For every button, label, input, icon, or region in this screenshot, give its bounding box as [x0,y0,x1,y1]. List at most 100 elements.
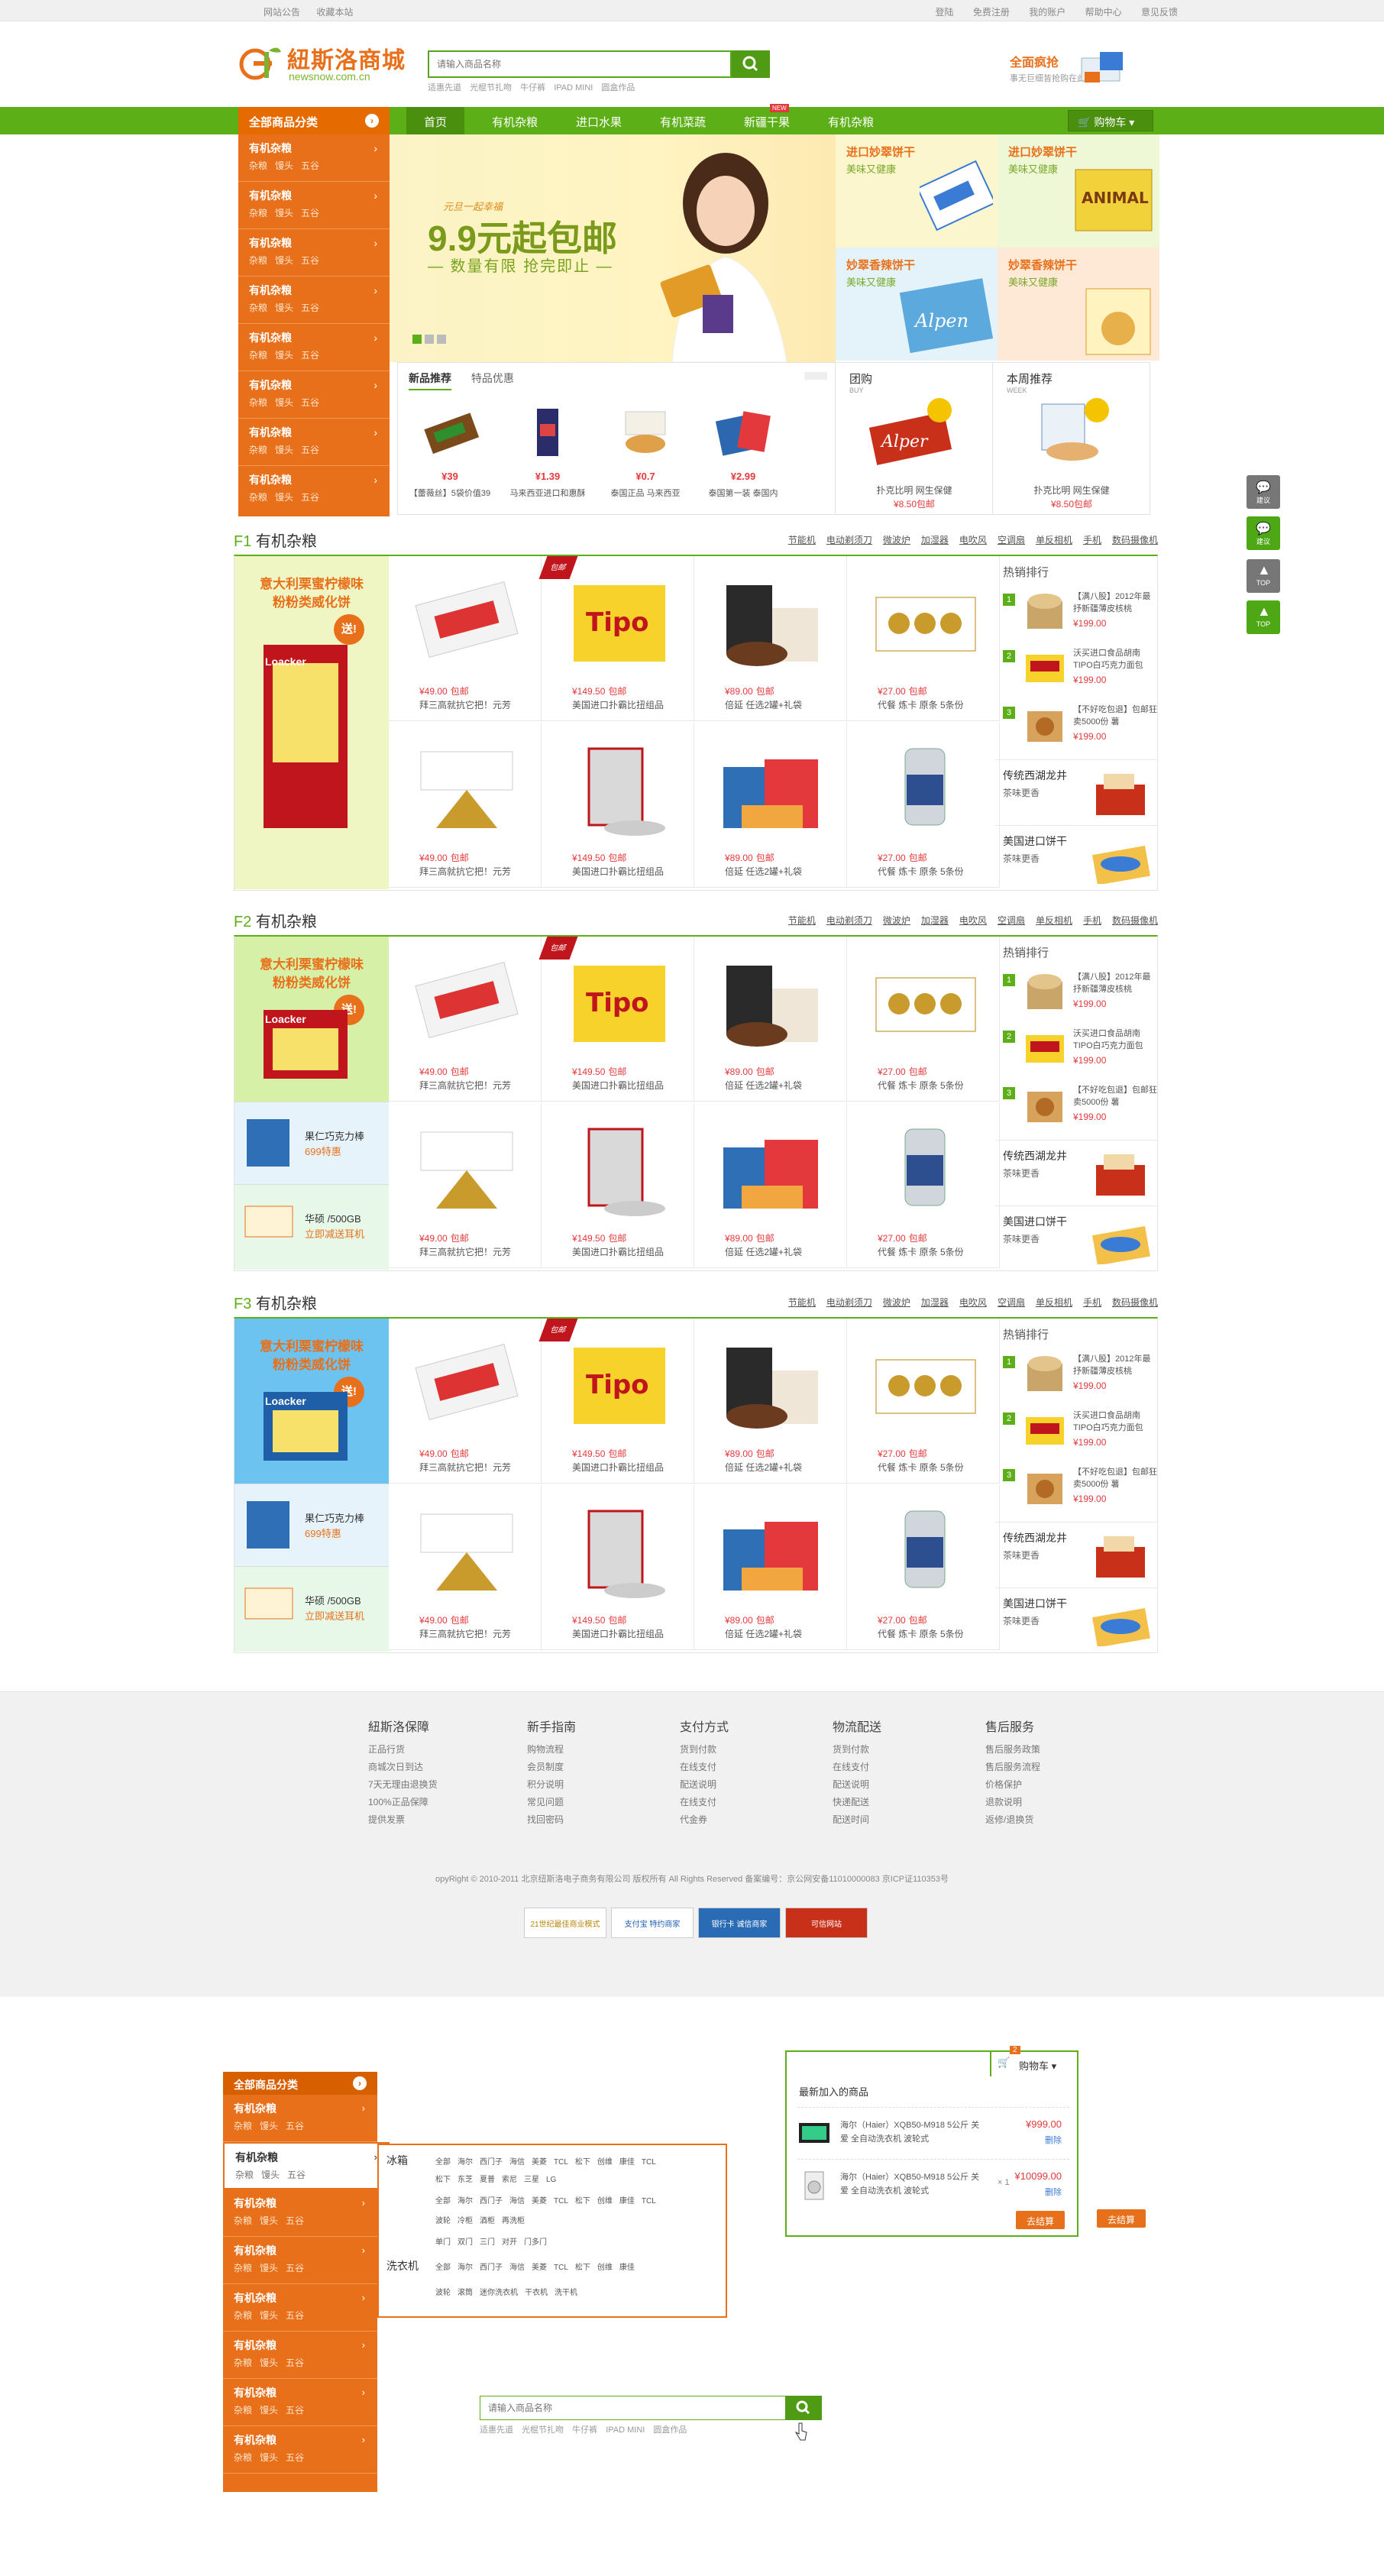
register-link[interactable]: 免费注册 [973,7,1010,18]
floor-product[interactable]: ¥27.00 包邮 代餐 炼卡 原条 5条份 [847,723,1000,888]
floor-product[interactable]: Tipo ¥149.50 包邮 美国进口扑霸比扭组品 [542,937,694,1102]
demo-category-item[interactable]: 有机杂粮 杂粮 馒头 五谷 › [223,2379,377,2426]
right-promo[interactable]: 美国进口饼干 茶味更香 [995,825,1157,891]
flyout-link[interactable]: TCL [642,2197,656,2205]
flyout-link[interactable]: TCL [554,2264,568,2272]
category-sub[interactable]: 杂粮 [234,2310,252,2321]
floor-ad[interactable]: 意大利栗蜜柠檬味 粉粉类威化饼 送! Loacker [234,937,389,1102]
demo-category-item[interactable]: 有机杂粮 杂粮 馒头 五谷 › [223,2332,377,2379]
nav-item[interactable]: 有机杂粮 [477,107,553,134]
category-sub[interactable]: 杂粮 [234,2452,252,2463]
site-notice-link[interactable]: 网站公告 [264,7,300,18]
floor-product[interactable]: ¥89.00 包邮 倍延 任选2罐+礼袋 [694,1319,847,1484]
rank-item[interactable]: 3 【不好吃包退】包邮狂卖5000份 薯 ¥199.00 [1003,704,1157,760]
category-sub[interactable]: 杂粮 [234,2358,252,2368]
floor-product[interactable]: ¥49.00 包邮 拜三高就抗它把！元芳 [389,937,542,1102]
flyout-link[interactable]: 干衣机 [525,2289,548,2297]
category-sub[interactable]: 馒头 [260,2405,278,2416]
flyout-link[interactable]: 松下 [575,2197,590,2205]
category-sub[interactable]: 杂粮 [249,397,267,408]
flyout-link[interactable]: 康佳 [619,2158,635,2167]
flyout-link[interactable]: 海尔 [458,2197,473,2205]
cart-item-name[interactable]: 海尔（Haier）XQB50-M918 5公斤 关爱 全自动洗衣机 波轮式 [840,2170,985,2198]
right-promo[interactable]: 传统西湖龙井 茶味更香 [995,759,1157,825]
flyout-link[interactable]: 夏普 [480,2176,495,2184]
flyout-link[interactable]: 全部 [435,2197,451,2205]
bookmark-link[interactable]: 收藏本站 [316,7,353,18]
category-sub[interactable]: 杂粮 [249,350,267,361]
suggest-button[interactable]: 💬 建议 [1247,475,1280,509]
category-sub[interactable]: 杂粮 [249,160,267,171]
floor-link[interactable]: 电吹风 [959,1297,987,1308]
floor-product[interactable]: Tipo ¥149.50 包邮 美国进口扑霸比扭组品 [542,556,694,721]
new-product[interactable]: ¥39 【蕾薇丝】5袋价值39 [404,404,496,511]
footer-link[interactable]: 快递配送 [833,1794,970,1811]
footer-link[interactable]: 返修/退换货 [985,1811,1123,1829]
flyout-link[interactable]: 双门 [458,2238,473,2247]
floor-product[interactable]: ¥49.00 包邮 拜三高就抗它把！元芳 [389,1103,542,1268]
flyout-link[interactable]: 冷柜 [458,2217,473,2225]
floor-link[interactable]: 单反相机 [1036,915,1072,926]
footer-link[interactable]: 价格保护 [985,1776,1123,1794]
floor-product[interactable]: ¥27.00 包邮 代餐 炼卡 原条 5条份 [847,937,1000,1102]
search-button[interactable] [732,50,770,78]
footer-link[interactable]: 退款说明 [985,1794,1123,1811]
category-sub[interactable]: 五谷 [286,2358,304,2368]
floor-product[interactable]: ¥89.00 包邮 倍延 任选2罐+礼袋 [694,1485,847,1650]
floor-link[interactable]: 手机 [1083,535,1101,545]
floor-link[interactable]: 手机 [1083,1297,1101,1308]
hot-word[interactable]: 圆盒作品 [601,83,635,92]
flyout-link[interactable]: 全部 [435,2264,451,2272]
floor-link[interactable]: 微波炉 [883,915,910,926]
category-sub[interactable]: 五谷 [286,2263,304,2273]
footer-link[interactable]: 售后服务流程 [985,1759,1123,1776]
category-sub[interactable]: 五谷 [286,2215,304,2226]
floor-product[interactable]: ¥89.00 包邮 倍延 任选2罐+礼袋 [694,937,847,1102]
hot-word[interactable]: IPAD MINI [606,2426,645,2435]
cart-button[interactable]: 🛒 购物车 ▾ [1068,110,1153,131]
category-sub[interactable]: 五谷 [287,2170,306,2180]
footer-link[interactable]: 100%正品保障 [368,1794,506,1811]
main-banner[interactable]: 元旦一起幸福 9.9元起包邮 — 数量有限 抢完即止 — [390,134,836,362]
footer-link[interactable]: 货到付款 [680,1741,817,1759]
footer-link[interactable]: 货到付款 [833,1741,970,1759]
footer-link[interactable]: 配送时间 [833,1811,970,1829]
site-logo[interactable]: 紐斯洛商城 newsnow.com.cn [238,37,406,90]
nav-item[interactable]: 有机菜蔬 [645,107,721,134]
tab-new[interactable]: 新品推荐 [409,372,451,390]
right-promo[interactable]: 传统西湖龙井 茶味更香 [995,1522,1157,1587]
flyout-link[interactable]: 酒柜 [480,2217,495,2225]
floor-product[interactable]: ¥89.00 包邮 倍延 任选2罐+礼袋 [694,1103,847,1268]
flyout-link[interactable]: 松下 [575,2158,590,2167]
all-categories-button[interactable]: 全部商品分类 › [238,107,390,134]
flyout-link[interactable]: 创维 [597,2197,613,2205]
category-sub[interactable]: 馒头 [260,2310,278,2321]
flyout-link[interactable]: TCL [642,2158,656,2167]
flyout-link[interactable]: 松下 [435,2176,451,2184]
category-sub[interactable]: 馒头 [275,445,293,455]
rank-item[interactable]: 1 【满八股】2012年最抒新疆薄皮核桃 ¥199.00 [1003,1353,1157,1409]
floor-link[interactable]: 电动剃须刀 [826,535,872,545]
hot-word[interactable]: 光棍节扎吻 [522,2426,564,2435]
rank-item[interactable]: 3 【不好吃包退】包邮狂卖5000份 薯 ¥199.00 [1003,1466,1157,1523]
week-recommend-box[interactable]: 本周推荐 WEEK 扑克比明 网生保健 ¥8.50包邮 [993,362,1150,515]
nav-item[interactable]: 新疆干果 [729,107,805,134]
footer-link[interactable]: 商城次日到达 [368,1759,506,1776]
hot-word[interactable]: 牛仔裤 [520,83,545,92]
my-account-link[interactable]: 我的账户 [1029,7,1065,18]
category-sub[interactable]: 馒头 [275,255,293,266]
floor-link[interactable]: 单反相机 [1036,535,1072,545]
flyout-link[interactable]: 海尔 [458,2158,473,2167]
footer-link[interactable]: 配送说明 [833,1776,970,1794]
footer-link[interactable]: 在线支付 [833,1759,970,1776]
trust-badge[interactable]: 银行卡 诚信商家 [698,1908,781,1938]
suggest-button[interactable]: 💬 建议 [1247,516,1280,550]
cart-item-name[interactable]: 海尔（Haier）XQB50-M918 5公斤 关爱 全自动洗衣机 波轮式 [840,2118,985,2146]
tab-special[interactable]: 特品优惠 [471,372,514,384]
flyout-link[interactable]: 西门子 [480,2264,503,2272]
category-sub[interactable]: 杂粮 [234,2215,252,2226]
rank-item[interactable]: 2 沃买进口食品胡南TIPO白巧克力面包 ¥199.00 [1003,1409,1157,1466]
side-promo[interactable]: 妙翠香辣饼干 美味又健康 [998,248,1159,361]
flyout-link[interactable]: 西门子 [480,2158,503,2167]
category-sub[interactable]: 五谷 [286,2310,304,2321]
